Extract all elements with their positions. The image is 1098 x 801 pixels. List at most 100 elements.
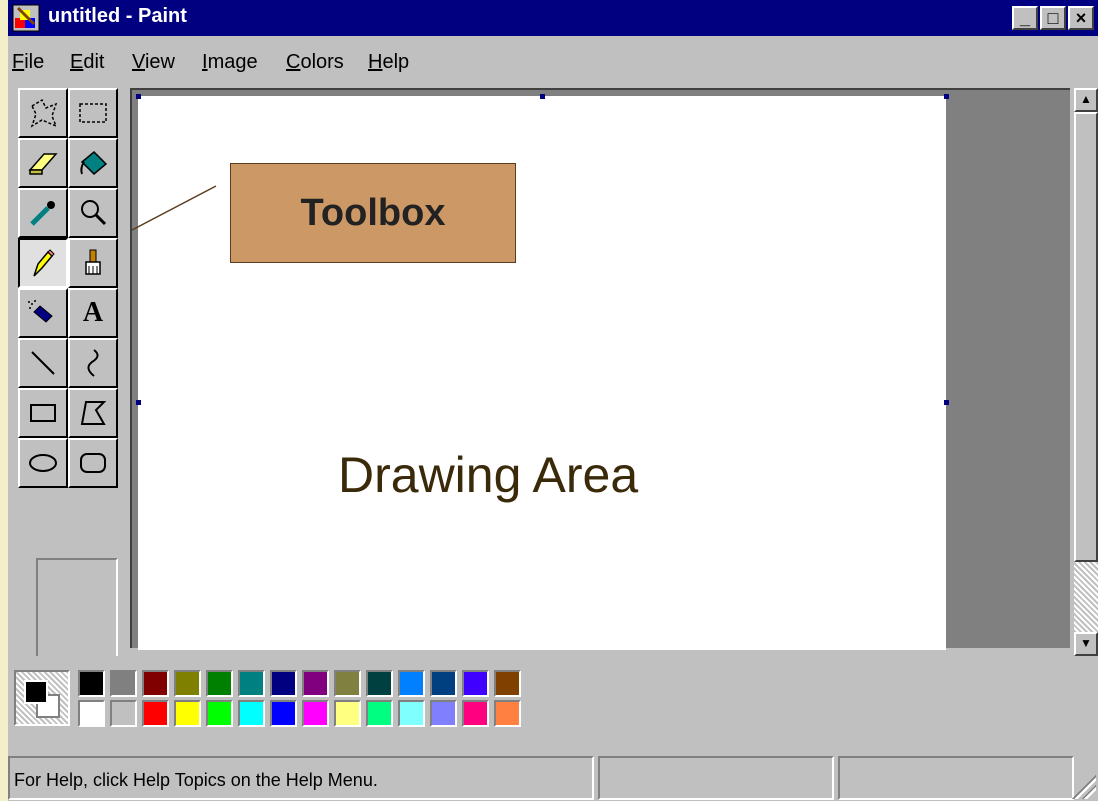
palette-swatch[interactable] [462,670,489,697]
palette-swatch[interactable] [270,700,297,727]
close-button[interactable]: × [1068,6,1094,30]
current-colors[interactable] [14,670,70,726]
palette-swatch[interactable] [78,700,105,727]
menu-file[interactable]: File [12,51,44,74]
tool-curve[interactable] [68,338,118,388]
palette-swatch[interactable] [142,670,169,697]
arrow-down-icon: ▼ [1080,636,1092,650]
palette-swatch[interactable] [78,670,105,697]
tool-rounded-rectangle[interactable] [68,438,118,488]
menu-image-rest: mage [207,51,258,73]
menu-help[interactable]: Help [368,51,409,74]
tool-airbrush[interactable] [18,288,68,338]
palette-swatch[interactable] [238,700,265,727]
palette-swatch[interactable] [366,700,393,727]
resize-handle-left[interactable] [136,400,141,405]
status-size-cell [838,756,1074,800]
minimize-icon: _ [1019,8,1030,28]
resize-grip-icon[interactable] [1072,775,1096,799]
palette-swatch[interactable] [430,670,457,697]
line-icon [31,351,55,375]
scroll-thumb[interactable] [1074,112,1098,562]
menu-view-mnemonic: V [132,51,145,73]
tool-magnifier[interactable] [68,188,118,238]
free-select-icon [30,98,58,128]
palette-swatch[interactable] [110,700,137,727]
color-palette [8,656,1098,736]
palette-swatch[interactable] [270,670,297,697]
palette-swatch[interactable] [430,700,457,727]
menu-bar: File Edit View Image Colors Help [8,36,1098,88]
tool-polygon[interactable] [68,388,118,438]
scroll-down-button[interactable]: ▼ [1074,632,1098,656]
palette-swatch[interactable] [334,670,361,697]
palette-swatch[interactable] [494,670,521,697]
resize-handle-top-left[interactable] [136,94,141,99]
tool-eraser[interactable] [18,138,68,188]
palette-swatch[interactable] [206,700,233,727]
status-help-cell: For Help, click Help Topics on the Help … [8,756,594,800]
paint-window: untitled - Paint _ □ × File Edit View Im… [8,0,1098,801]
tool-text[interactable]: A [68,288,118,338]
title-bar[interactable]: untitled - Paint _ □ × [8,0,1098,36]
palette-swatch[interactable] [142,700,169,727]
palette-swatch[interactable] [462,700,489,727]
minimize-button[interactable]: _ [1012,6,1038,30]
palette-swatch[interactable] [174,670,201,697]
resize-handle-top[interactable] [540,94,545,99]
palette-swatch[interactable] [398,670,425,697]
palette-swatch[interactable] [206,670,233,697]
menu-colors-rest: olors [300,51,344,73]
window-title: untitled - Paint [48,5,187,27]
resize-handle-right[interactable] [944,400,949,405]
rect-select-icon [79,103,107,123]
tool-brush[interactable] [68,238,118,288]
menu-file-rest: ile [24,51,45,73]
palette-swatch[interactable] [494,700,521,727]
menu-colors[interactable]: Colors [286,51,344,74]
palette-swatch[interactable] [174,700,201,727]
palette-swatch[interactable] [302,670,329,697]
menu-help-rest: elp [382,51,410,73]
menu-edit[interactable]: Edit [70,51,104,74]
palette-swatch[interactable] [334,700,361,727]
ellipse-icon [29,454,57,472]
palette-swatch[interactable] [366,670,393,697]
menu-view[interactable]: View [132,51,175,74]
status-help-text: For Help, click Help Topics on the Help … [14,770,378,790]
arrow-up-icon: ▲ [1080,92,1092,106]
menu-image[interactable]: Image [202,51,258,74]
palette-swatch[interactable] [110,670,137,697]
status-bar: For Help, click Help Topics on the Help … [8,752,1098,801]
pencil-icon [33,249,55,277]
drawing-area-label: Drawing Area [338,447,639,503]
tool-ellipse[interactable] [18,438,68,488]
scroll-track[interactable] [1074,112,1098,632]
text-icon: A [82,297,104,328]
tool-rectangle[interactable] [18,388,68,438]
eyedropper-icon [30,201,55,226]
foreground-color-swatch[interactable] [24,680,48,704]
tool-fill[interactable] [68,138,118,188]
rounded-rectangle-icon [80,453,106,473]
tool-pick-color[interactable] [18,188,68,238]
vertical-scrollbar[interactable]: ▲ ▼ [1074,88,1098,656]
curve-icon [87,349,99,377]
maximize-button[interactable]: □ [1040,6,1066,30]
tool-pencil[interactable] [18,238,68,288]
resize-handle-top-right[interactable] [944,94,949,99]
palette-swatch[interactable] [398,700,425,727]
menu-view-rest: iew [144,51,175,73]
palette-swatch[interactable] [238,670,265,697]
tool-line[interactable] [18,338,68,388]
close-icon: × [1075,8,1087,28]
tool-free-form-select[interactable] [18,88,68,138]
scroll-track-hatch [1074,562,1098,632]
scroll-up-button[interactable]: ▲ [1074,88,1098,112]
menu-file-mnemonic: F [12,51,25,73]
menu-colors-mnemonic: C [286,51,301,73]
menu-edit-mnemonic: E [70,51,84,73]
palette-swatch[interactable] [302,700,329,727]
tool-select[interactable] [68,88,118,138]
menu-edit-rest: dit [83,51,105,73]
